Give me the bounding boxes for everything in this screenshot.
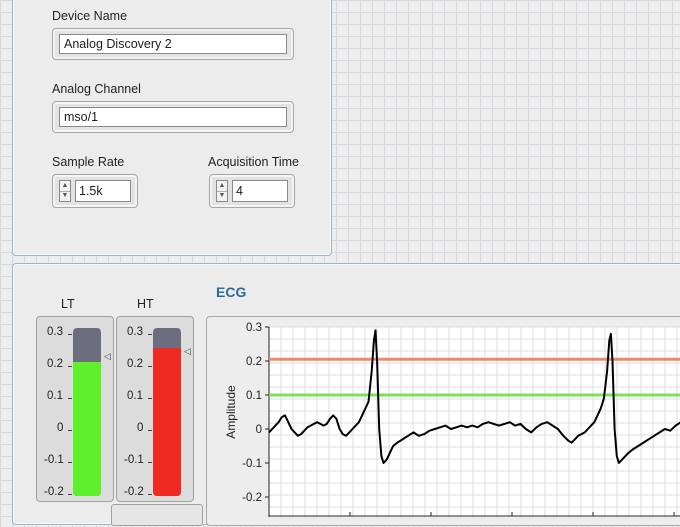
- tank-tick-label: 0.1: [47, 390, 63, 402]
- y-axis-label: Amplitude: [224, 385, 238, 439]
- y-tick-label: 0.2: [246, 356, 262, 368]
- tank-tick-label: -0.2: [44, 486, 64, 498]
- tank-tick-label: 0.2: [127, 358, 143, 370]
- tank-tick-mark: [68, 398, 72, 399]
- lt-tank-frame: 0.3 0.2 0.1 0 -0.1 -0.2 ◁: [36, 316, 114, 502]
- control-below-tanks[interactable]: [111, 504, 203, 526]
- acquisition-time-control[interactable]: ▲ ▼ 4: [209, 174, 295, 208]
- device-name-value[interactable]: Analog Discovery 2: [59, 34, 287, 54]
- lt-tank-fill: [73, 361, 101, 496]
- decrement-arrow-icon[interactable]: ▼: [60, 191, 70, 201]
- tank-tick-label: 0: [57, 422, 64, 434]
- y-tick-label: -0.2: [242, 492, 262, 504]
- y-tick-label: 0.3: [246, 322, 262, 334]
- tank-tick-label: 0: [137, 422, 144, 434]
- decrement-arrow-icon[interactable]: ▼: [217, 191, 227, 201]
- tank-tick-label: 0.3: [127, 326, 143, 338]
- tank-tick-mark: [68, 334, 72, 335]
- y-tick-label: 0.1: [246, 390, 262, 402]
- tank-tick-label: 0.1: [127, 390, 143, 402]
- tank-tick-mark: [148, 398, 152, 399]
- tank-tick-mark: [68, 494, 72, 495]
- sample-rate-label: Sample Rate: [52, 155, 125, 169]
- acquisition-time-spinner[interactable]: ▲ ▼: [216, 180, 228, 202]
- ht-slider-arrow-icon[interactable]: ◁: [184, 346, 191, 357]
- analog-channel-label: Analog Channel: [52, 82, 141, 96]
- config-panel: Device Name Analog Discovery 2 Analog Ch…: [12, 0, 332, 256]
- tank-tick-mark: [68, 366, 72, 367]
- tank-tick-mark: [148, 462, 152, 463]
- y-tick-label: 0: [256, 424, 262, 436]
- lt-tank[interactable]: [73, 328, 101, 496]
- plot-area: [269, 327, 680, 517]
- ht-tank-frame: 0.3 0.2 0.1 0 -0.1 -0.2 ◁: [116, 316, 194, 502]
- sample-rate-control[interactable]: ▲ ▼ 1.5k: [52, 174, 138, 208]
- acquisition-time-label: Acquisition Time: [208, 155, 300, 169]
- ecg-panel: ECG LT 0.3 0.2 0.1 0 -0.1 -0.2 ◁ HT 0.3 …: [12, 263, 680, 526]
- tank-tick-label: -0.2: [124, 486, 144, 498]
- y-tick-label: -0.1: [242, 458, 262, 470]
- ht-tank-label: HT: [137, 297, 154, 311]
- tank-tick-label: 0.3: [47, 326, 63, 338]
- ht-tank-fill: [153, 348, 181, 496]
- tank-tick-mark: [68, 430, 72, 431]
- device-name-field[interactable]: Analog Discovery 2: [52, 28, 294, 60]
- tank-tick-mark: [148, 334, 152, 335]
- sample-rate-spinner[interactable]: ▲ ▼: [59, 180, 71, 202]
- tank-tick-mark: [68, 462, 72, 463]
- ht-tank[interactable]: [153, 328, 181, 496]
- ecg-chart[interactable]: 0.3 0.2 0.1 0 -0.1 -0.2 Amplitude: [207, 317, 680, 527]
- tank-tick-mark: [148, 366, 152, 367]
- tank-tick-label: -0.1: [124, 454, 144, 466]
- analog-channel-field[interactable]: mso/1: [52, 101, 294, 133]
- device-name-label: Device Name: [52, 9, 128, 23]
- lt-tank-label: LT: [61, 297, 75, 311]
- ecg-title: ECG: [216, 284, 247, 300]
- tank-tick-mark: [148, 494, 152, 495]
- ecg-chart-frame: 0.3 0.2 0.1 0 -0.1 -0.2 Amplitude: [206, 316, 680, 526]
- sample-rate-value[interactable]: 1.5k: [75, 180, 131, 202]
- lt-slider-arrow-icon[interactable]: ◁: [104, 351, 111, 362]
- tank-tick-label: 0.2: [47, 358, 63, 370]
- tank-tick-label: -0.1: [44, 454, 64, 466]
- tank-tick-mark: [148, 430, 152, 431]
- analog-channel-value[interactable]: mso/1: [59, 107, 287, 127]
- acquisition-time-value[interactable]: 4: [232, 180, 288, 202]
